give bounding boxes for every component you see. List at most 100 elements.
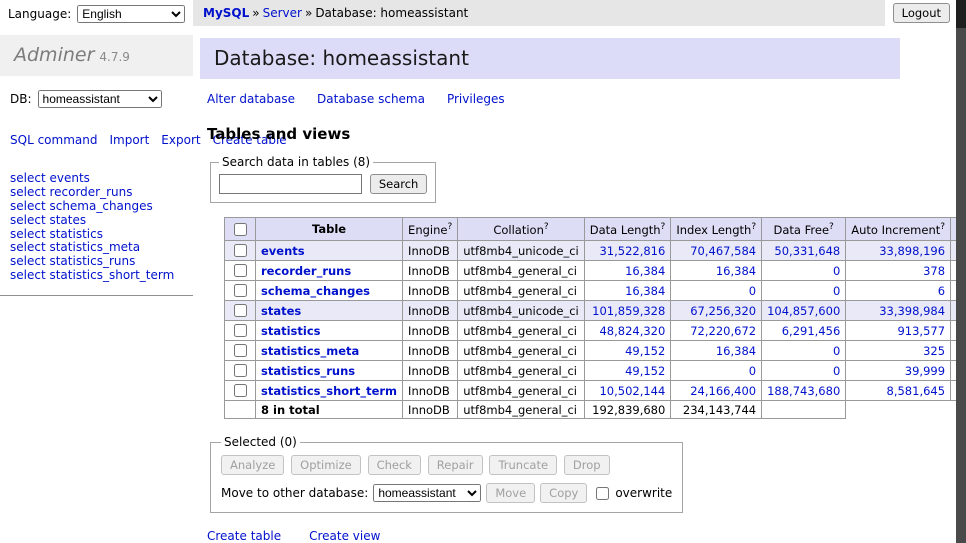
total-index-length: 234,143,744 <box>671 401 762 419</box>
overwrite-checkbox[interactable] <box>596 487 609 500</box>
table-name-link[interactable]: statistics <box>261 324 321 338</box>
row-checkbox[interactable] <box>234 324 247 337</box>
row-checkbox[interactable] <box>234 304 247 317</box>
alter-database-link[interactable]: Alter database <box>207 92 295 106</box>
header-collation: Collation? <box>458 218 585 241</box>
row-checkbox[interactable] <box>234 284 247 297</box>
sidebar-item-select-schema-changes[interactable]: select schema_changes <box>10 199 183 213</box>
help-icon[interactable]: ? <box>447 222 452 232</box>
row-checkbox[interactable] <box>234 364 247 377</box>
data-free-link[interactable]: 50,331,648 <box>774 244 840 258</box>
index-length-link[interactable]: 16,384 <box>716 344 756 358</box>
sidebar-item-select-statistics-short-term[interactable]: select statistics_short_term <box>10 269 183 283</box>
row-checkbox[interactable] <box>234 264 247 277</box>
check-all-checkbox[interactable] <box>234 223 247 236</box>
analyze-button[interactable]: Analyze <box>221 455 284 475</box>
data-length-link[interactable]: 10,502,144 <box>599 384 665 398</box>
index-length-link[interactable]: 70,467,584 <box>690 244 756 258</box>
repair-button[interactable]: Repair <box>428 455 483 475</box>
data-free-link[interactable]: 188,743,680 <box>767 384 840 398</box>
auto-increment-link[interactable]: 6 <box>938 284 945 298</box>
language-select[interactable]: English <box>77 5 185 23</box>
data-free-link[interactable]: 0 <box>833 344 840 358</box>
language-label: Language: <box>8 7 71 21</box>
index-length-link[interactable]: 67,256,320 <box>690 304 756 318</box>
create-view-link[interactable]: Create view <box>309 529 380 543</box>
index-length-link[interactable]: 72,220,672 <box>690 324 756 338</box>
help-icon[interactable]: ? <box>940 222 945 232</box>
row-checkbox[interactable] <box>234 384 247 397</box>
sidebar-item-select-events[interactable]: select events <box>10 171 183 185</box>
breadcrumb-mysql-link[interactable]: MySQL <box>203 6 249 20</box>
index-length-link[interactable]: 0 <box>749 364 756 378</box>
create-table-link[interactable]: Create table <box>207 529 281 543</box>
table-name-link[interactable]: statistics_short_term <box>261 384 397 398</box>
breadcrumb-server-link[interactable]: Server <box>263 6 302 20</box>
data-free-link[interactable]: 0 <box>833 264 840 278</box>
index-length-link[interactable]: 24,166,400 <box>690 384 756 398</box>
logout-button[interactable]: Logout <box>893 3 950 23</box>
table-row-statistics-short-term: statistics_short_term InnoDB utf8mb4_gen… <box>225 381 966 401</box>
auto-increment-link[interactable]: 33,398,984 <box>879 304 945 318</box>
table-name-link[interactable]: statistics_runs <box>261 364 355 378</box>
auto-increment-link[interactable]: 378 <box>923 264 945 278</box>
move-db-select[interactable]: homeassistant <box>373 484 481 502</box>
table-name-link[interactable]: recorder_runs <box>261 264 351 278</box>
sidebar-item-select-states[interactable]: select states <box>10 213 183 227</box>
adminer-logo-link[interactable]: Adminer <box>14 44 94 66</box>
auto-increment-link[interactable]: 8,581,645 <box>887 384 946 398</box>
auto-increment-link[interactable]: 913,577 <box>897 324 945 338</box>
help-icon[interactable]: ? <box>829 222 834 232</box>
optimize-button[interactable]: Optimize <box>291 455 361 475</box>
tables-overview-table: Table Engine? Collation? Data Length? In… <box>224 217 966 419</box>
data-length-link[interactable]: 101,859,328 <box>592 304 665 318</box>
index-length-link[interactable]: 0 <box>749 284 756 298</box>
data-length-link[interactable]: 49,152 <box>625 364 665 378</box>
help-icon[interactable]: ? <box>751 222 756 232</box>
help-icon[interactable]: ? <box>661 222 666 232</box>
data-length-link[interactable]: 16,384 <box>625 284 665 298</box>
search-button[interactable]: Search <box>370 174 428 194</box>
table-name-link[interactable]: events <box>261 244 305 258</box>
table-total-row: 8 in total InnoDB utf8mb4_general_ci 192… <box>225 401 966 419</box>
total-empty-cell <box>225 401 256 419</box>
row-checkbox[interactable] <box>234 344 247 357</box>
data-length-link[interactable]: 16,384 <box>625 264 665 278</box>
sidebar-item-select-recorder-runs[interactable]: select recorder_runs <box>10 185 183 199</box>
data-free-link[interactable]: 104,857,600 <box>767 304 840 318</box>
db-select[interactable]: homeassistant <box>38 90 162 108</box>
data-length-link[interactable]: 48,824,320 <box>599 324 665 338</box>
sql-command-link[interactable]: SQL command <box>10 133 97 147</box>
privileges-link[interactable]: Privileges <box>447 92 505 106</box>
truncate-button[interactable]: Truncate <box>489 455 557 475</box>
db-nav-links: Alter database Database schema Privileges <box>207 92 900 106</box>
sidebar-item-select-statistics-meta[interactable]: select statistics_meta <box>10 241 183 255</box>
data-free-link[interactable]: 0 <box>833 364 840 378</box>
copy-button[interactable]: Copy <box>540 483 587 503</box>
auto-increment-link[interactable]: 33,898,196 <box>879 244 945 258</box>
data-free-link[interactable]: 6,291,456 <box>782 324 841 338</box>
import-link[interactable]: Import <box>109 133 149 147</box>
auto-increment-link[interactable]: 39,999 <box>905 364 945 378</box>
data-length-link[interactable]: 31,522,816 <box>599 244 665 258</box>
table-name-link[interactable]: statistics_meta <box>261 344 359 358</box>
database-schema-link[interactable]: Database schema <box>317 92 425 106</box>
auto-increment-link[interactable]: 325 <box>923 344 945 358</box>
scrollbar-thumb[interactable] <box>956 0 966 28</box>
collation-cell: utf8mb4_general_ci <box>458 281 585 301</box>
help-icon[interactable]: ? <box>544 222 549 232</box>
data-free-link[interactable]: 0 <box>833 284 840 298</box>
sidebar-item-select-statistics-runs[interactable]: select statistics_runs <box>10 255 183 269</box>
vertical-scrollbar[interactable] <box>956 0 966 543</box>
row-checkbox[interactable] <box>234 244 247 257</box>
sidebar-item-select-statistics[interactable]: select statistics <box>10 227 183 241</box>
index-length-link[interactable]: 16,384 <box>716 264 756 278</box>
move-button[interactable]: Move <box>486 483 535 503</box>
data-length-link[interactable]: 49,152 <box>625 344 665 358</box>
search-input[interactable] <box>219 174 362 194</box>
table-name-link[interactable]: states <box>261 304 301 318</box>
table-name-link[interactable]: schema_changes <box>261 284 370 298</box>
check-button[interactable]: Check <box>368 455 421 475</box>
drop-button[interactable]: Drop <box>564 455 610 475</box>
header-table: Table <box>256 218 403 241</box>
